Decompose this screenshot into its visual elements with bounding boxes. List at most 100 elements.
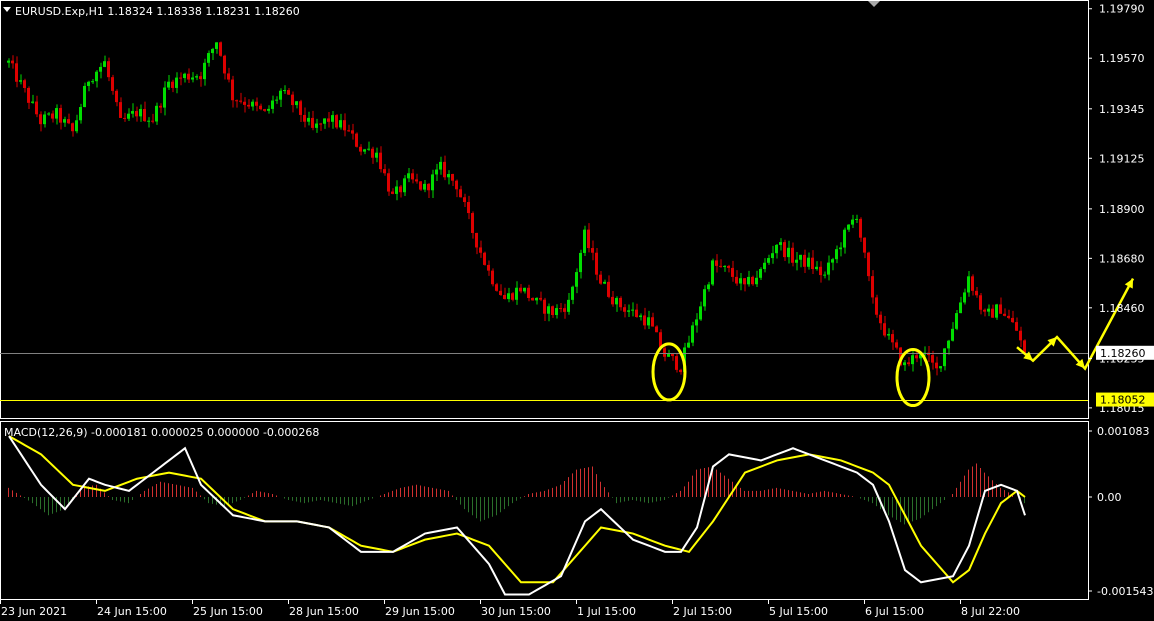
- candle-body: [867, 252, 870, 277]
- candle-body: [363, 149, 366, 152]
- candle-body: [863, 237, 866, 253]
- candle-body: [375, 152, 378, 158]
- candle-body: [719, 265, 722, 267]
- macd-tick-label: -0.001543: [1097, 585, 1153, 598]
- candle-body: [475, 232, 478, 248]
- candle-body: [331, 115, 334, 122]
- candle-body: [147, 120, 150, 122]
- candle-body: [7, 60, 10, 63]
- candle-body: [459, 189, 462, 198]
- candle-body: [1023, 340, 1026, 353]
- candle-body: [395, 186, 398, 194]
- candle-body: [943, 348, 946, 367]
- candle-body: [963, 292, 966, 303]
- candle-body: [151, 120, 154, 122]
- candle-body: [731, 267, 734, 277]
- candle-body: [783, 242, 786, 258]
- candle-body: [499, 290, 502, 295]
- candle-body: [279, 90, 282, 100]
- candle-body: [487, 264, 490, 271]
- candle-body: [211, 48, 214, 54]
- candle-body: [139, 108, 142, 117]
- candle-body: [891, 334, 894, 343]
- symbol-header[interactable]: EURUSD.Exp,H1 1.18324 1.18338 1.18231 1.…: [3, 5, 300, 18]
- time-tick-label: 28 Jun 15:00: [289, 605, 359, 618]
- chart-canvas: 1.19790 1.19570 1.19345 1.19125 1.18900 1.186…: [0, 0, 1154, 621]
- candle-body: [695, 319, 698, 326]
- candle-body: [715, 260, 718, 266]
- candle-body: [619, 297, 622, 308]
- candle-body: [339, 120, 342, 128]
- candle-body: [743, 278, 746, 285]
- candle-body: [847, 224, 850, 230]
- candle-body: [971, 276, 974, 291]
- candle-body: [411, 173, 414, 180]
- candle-body: [767, 258, 770, 263]
- candle-body: [35, 101, 38, 115]
- macd-tick-label: 0.00: [1097, 491, 1122, 504]
- candle-body: [67, 119, 70, 124]
- candle-body: [351, 130, 354, 134]
- candle-body: [379, 152, 382, 170]
- candle-body: [955, 313, 958, 329]
- candle-body: [703, 289, 706, 307]
- candle-body: [471, 213, 474, 233]
- candle-body: [451, 174, 454, 181]
- candle-body: [111, 77, 114, 91]
- candle-body: [559, 308, 562, 310]
- candle-body: [143, 108, 146, 122]
- candle-body: [71, 123, 74, 132]
- candle-body: [655, 326, 658, 333]
- macd-header-text: MACD(12,26,9) -0.000181 0.000025 0.00000…: [4, 426, 319, 439]
- candle-body: [367, 148, 370, 150]
- price-tick-label: 1.18680: [1099, 252, 1145, 265]
- candle-body: [103, 61, 106, 67]
- price-tick-label: 1.19345: [1099, 103, 1145, 116]
- candle-body: [283, 90, 286, 92]
- candle-body: [323, 118, 326, 124]
- candle-body: [107, 61, 110, 78]
- candle-body: [603, 281, 606, 284]
- candle-body: [547, 306, 550, 314]
- candle-body: [815, 266, 818, 270]
- candle-body: [759, 269, 762, 278]
- candle-body: [639, 315, 642, 318]
- candle-body: [1011, 317, 1014, 323]
- candle-body: [163, 87, 166, 108]
- candle-body: [819, 266, 822, 276]
- candle-body: [495, 284, 498, 291]
- candle-body: [51, 113, 54, 119]
- candle-body: [299, 101, 302, 115]
- candle-body: [219, 42, 222, 56]
- candle-body: [771, 253, 774, 259]
- candle-body: [855, 218, 858, 220]
- candle-body: [539, 297, 542, 300]
- candle-body: [851, 219, 854, 225]
- candle-body: [231, 79, 234, 101]
- candle-body: [835, 249, 838, 260]
- candle-body: [843, 229, 846, 248]
- candle-body: [327, 118, 330, 122]
- candle-body: [519, 287, 522, 292]
- candle-body: [735, 276, 738, 284]
- candle-body: [47, 113, 50, 115]
- time-tick-label: 23 Jun 2021: [1, 605, 67, 618]
- time-tick-label: 5 Jul 15:00: [769, 605, 828, 618]
- candle-body: [251, 101, 254, 107]
- candle-body: [463, 197, 466, 203]
- candle-body: [387, 173, 390, 192]
- candle-body: [575, 272, 578, 287]
- candle-body: [631, 309, 634, 311]
- candle-body: [635, 309, 638, 318]
- candle-body: [427, 183, 430, 191]
- candle-body: [643, 315, 646, 326]
- candle-body: [915, 355, 918, 359]
- candle-body: [711, 260, 714, 285]
- candle-body: [23, 80, 26, 88]
- price-tick-label: 1.19790: [1099, 3, 1145, 16]
- candle-body: [423, 183, 426, 190]
- candle-body: [551, 306, 554, 316]
- candle-body: [587, 229, 590, 249]
- candle-body: [947, 340, 950, 349]
- time-tick-label: 30 Jun 15:00: [481, 605, 551, 618]
